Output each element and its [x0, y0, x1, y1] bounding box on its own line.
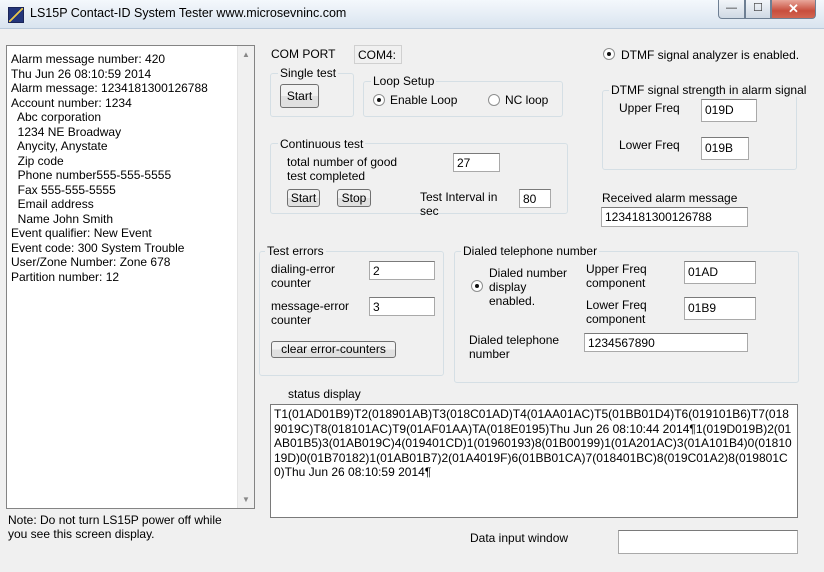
- title-bar: LS15P Contact-ID System Tester www.micro…: [0, 0, 824, 29]
- close-button[interactable]: ✕: [771, 0, 816, 19]
- dialed-display-label-3[interactable]: enabled.: [489, 294, 535, 308]
- log-line: 1234 NE Broadway: [11, 124, 122, 139]
- log-line: Account number: 1234: [11, 95, 132, 110]
- data-input-field[interactable]: [618, 530, 798, 554]
- com-port-label: COM PORT: [271, 47, 336, 61]
- message-error-field[interactable]: 3: [369, 297, 435, 316]
- dialed-number-title: Dialed telephone number: [461, 244, 600, 258]
- maximize-button[interactable]: ☐: [745, 0, 771, 19]
- status-display[interactable]: T1(01AD01B9)T2(018901AB)T3(018C01AD)T4(0…: [270, 404, 798, 518]
- log-line: Phone number555-555-5555: [11, 168, 172, 182]
- continuous-start-button[interactable]: Start: [287, 189, 320, 207]
- log-line: Alarm message: 1234181300126788: [11, 81, 208, 95]
- interval-label-2: sec: [420, 204, 439, 218]
- received-label: Received alarm message: [602, 191, 738, 205]
- log-line: Anycity, Anystate: [11, 139, 108, 153]
- enable-loop-radio[interactable]: [373, 94, 385, 106]
- log-line: Event code: 300 System Trouble: [11, 240, 185, 255]
- log-line: User/Zone Number: Zone 678: [11, 255, 171, 269]
- good-tests-label-2: test completed: [287, 169, 366, 183]
- log-line: Name John Smith: [11, 211, 114, 226]
- single-start-button[interactable]: Start: [280, 84, 319, 108]
- log-line: Event qualifier: New Event: [11, 226, 152, 240]
- dtmf-lower-label: Lower Freq: [619, 138, 680, 152]
- dialed-display-label-2[interactable]: display: [489, 280, 526, 294]
- dialed-upper-field[interactable]: 01AD: [684, 261, 756, 284]
- com-port-field: COM4:: [354, 45, 402, 64]
- nc-loop-radio[interactable]: [488, 94, 500, 106]
- power-note: Note: Do not turn LS15P power off while …: [8, 513, 222, 541]
- dialed-lower-field[interactable]: 01B9: [684, 297, 756, 320]
- dialed-lower-label: Lower Freq: [586, 298, 647, 312]
- nc-loop-label[interactable]: NC loop: [505, 93, 548, 107]
- enable-loop-label[interactable]: Enable Loop: [390, 93, 457, 107]
- continuous-stop-button[interactable]: Stop: [337, 189, 371, 207]
- dialed-upper-label-2: component: [586, 276, 646, 290]
- log-scrollbar[interactable]: ▲ ▼: [237, 46, 254, 508]
- log-line: Thu Jun 26 08:10:59 2014: [11, 66, 152, 81]
- dialing-error-label: dialing-error: [271, 262, 336, 276]
- dialed-telephone-label: Dialed telephone: [469, 333, 560, 347]
- message-error-label: message-error: [271, 299, 350, 313]
- log-line: Alarm message number: 420: [11, 52, 166, 66]
- window-title: LS15P Contact-ID System Tester www.micro…: [30, 6, 347, 20]
- dtmf-upper-field[interactable]: 019D: [701, 99, 757, 122]
- log-line: Zip code: [11, 153, 64, 168]
- dialed-display-label[interactable]: Dialed number: [489, 266, 567, 280]
- minimize-button[interactable]: —: [718, 0, 745, 19]
- app-icon: [8, 7, 24, 23]
- dialed-lower-label-2: component: [586, 312, 646, 326]
- log-line: Partition number: 12: [11, 269, 120, 284]
- log-line: Fax 555-555-5555: [11, 182, 116, 197]
- dialed-upper-label: Upper Freq: [586, 262, 647, 276]
- log-line: Email address: [11, 197, 94, 211]
- test-errors-title: Test errors: [265, 244, 326, 258]
- scroll-down-icon[interactable]: ▼: [238, 491, 254, 508]
- dialing-error-field[interactable]: 2: [369, 261, 435, 280]
- clear-error-counters-button[interactable]: clear error-counters: [271, 341, 396, 358]
- dialed-display-radio[interactable]: [471, 280, 483, 292]
- message-error-label-2: counter: [271, 313, 312, 327]
- dialed-telephone-field[interactable]: 1234567890: [584, 333, 748, 352]
- dtmf-analyzer-label[interactable]: DTMF signal analyzer is enabled.: [621, 48, 799, 62]
- loop-setup-title: Loop Setup: [371, 74, 437, 88]
- dtmf-upper-label: Upper Freq: [619, 101, 680, 115]
- interval-label: Test Interval in: [420, 190, 498, 204]
- data-input-label: Data input window: [470, 531, 569, 545]
- status-display-label: status display: [288, 387, 361, 401]
- scroll-up-icon[interactable]: ▲: [238, 46, 254, 63]
- dtmf-strength-title: DTMF signal strength in alarm signal: [609, 83, 809, 97]
- received-field[interactable]: 1234181300126788: [601, 207, 748, 227]
- dialing-error-label-2: counter: [271, 276, 312, 290]
- dtmf-analyzer-radio[interactable]: [603, 48, 615, 60]
- single-test-title: Single test: [278, 66, 339, 80]
- dtmf-lower-field[interactable]: 019B: [701, 137, 749, 160]
- log-line: Abc corporation: [11, 110, 102, 124]
- alarm-log-panel[interactable]: Alarm message number: 420 Thu Jun 26 08:…: [6, 45, 255, 509]
- dialed-telephone-label-2: number: [469, 347, 510, 361]
- continuous-test-title: Continuous test: [278, 137, 366, 151]
- good-tests-label: total number of good: [287, 155, 398, 169]
- interval-field[interactable]: 80: [519, 189, 551, 208]
- good-tests-field[interactable]: 27: [453, 153, 500, 172]
